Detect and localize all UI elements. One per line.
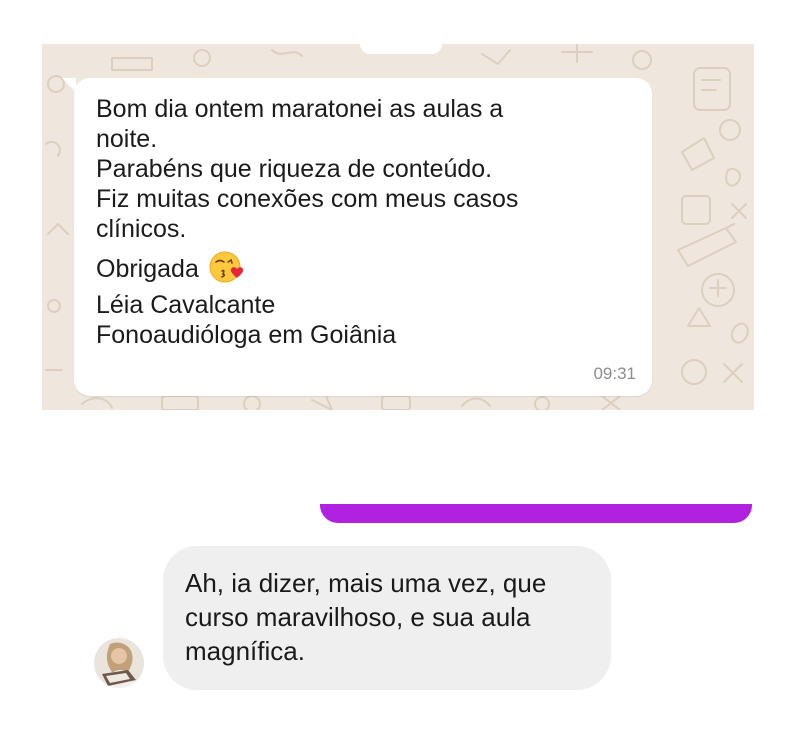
message-line: Bom dia ontem maratonei as aulas a xyxy=(96,95,504,123)
reply-line: magnífica. xyxy=(185,636,305,666)
message-text: Bom dia ontem maratonei as aulas a noite… xyxy=(96,94,636,350)
signature-name: Léia Cavalcante xyxy=(96,291,276,319)
reply-message-bubble: Ah, ia dizer, mais uma vez, que curso ma… xyxy=(163,546,611,690)
message-line: clínicos. xyxy=(96,215,187,243)
whatsapp-chat-screenshot: Bom dia ontem maratonei as aulas a noite… xyxy=(42,44,754,410)
reply-line: Ah, ia dizer, mais uma vez, que xyxy=(185,568,547,598)
previous-message-bubble-edge xyxy=(360,44,442,54)
reply-line: curso maravilhoso, e sua aula xyxy=(185,602,531,632)
signature-title: Fonoaudióloga em Goiânia xyxy=(96,321,397,349)
sent-message-bubble-edge xyxy=(320,504,752,523)
thanks-text: Obrigada xyxy=(96,255,199,283)
message-line: Parabéns que riqueza de conteúdo. xyxy=(96,155,493,183)
kissing-face-with-heart-icon xyxy=(209,251,243,283)
message-timestamp: 09:31 xyxy=(593,364,636,383)
reply-text: Ah, ia dizer, mais uma vez, que curso ma… xyxy=(185,566,595,668)
message-line: noite. xyxy=(96,125,158,153)
message-line: Fiz muitas conexões com meus casos xyxy=(96,185,519,213)
incoming-message-bubble: Bom dia ontem maratonei as aulas a noite… xyxy=(62,78,652,396)
avatar[interactable] xyxy=(94,638,144,688)
profile-photo xyxy=(94,638,144,688)
message-line-with-emoji: Obrigada xyxy=(96,250,636,284)
